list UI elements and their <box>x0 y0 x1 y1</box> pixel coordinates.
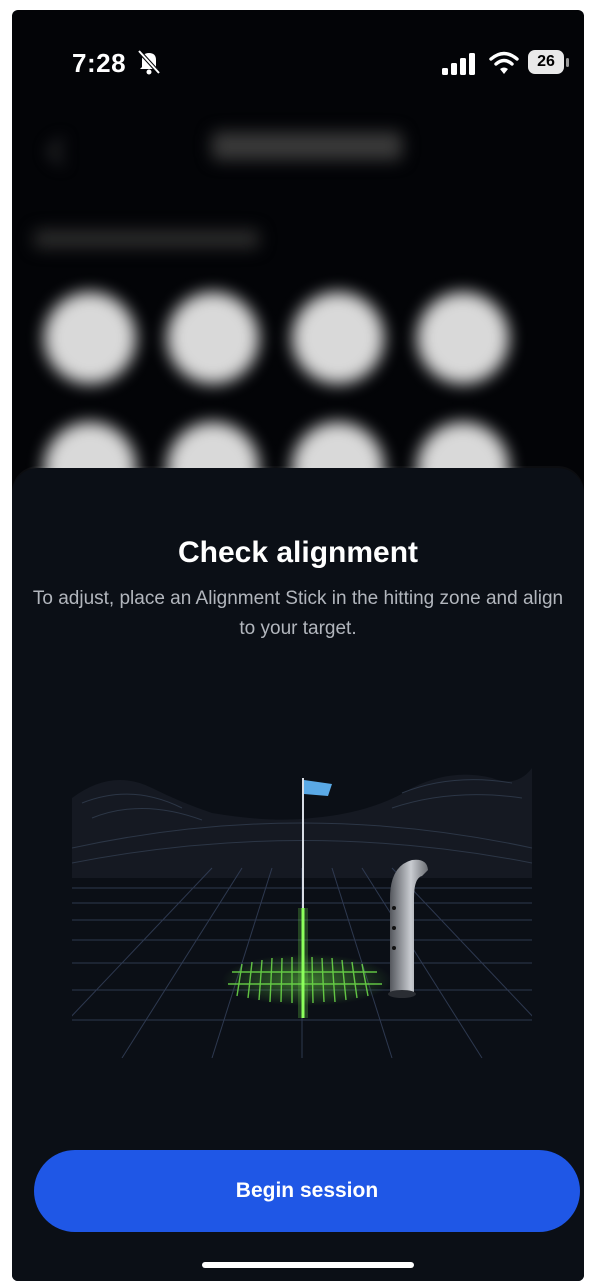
blurred-subtitle <box>34 230 259 248</box>
blurred-background-screen <box>12 102 584 522</box>
battery-indicator: 26 <box>528 50 572 76</box>
home-indicator[interactable] <box>202 1262 414 1268</box>
phone-screen: 7:28 26 Check alignment To adjust, place… <box>12 10 584 1281</box>
blurred-option-circle <box>167 292 259 384</box>
status-time: 7:28 <box>72 48 127 78</box>
back-chevron-icon <box>48 138 75 165</box>
sheet-title: Check alignment <box>177 536 419 569</box>
blurred-option-circle <box>417 292 509 384</box>
cellular-signal-icon <box>442 53 475 75</box>
status-bar: 7:28 26 <box>12 10 584 102</box>
blurred-option-circle <box>44 292 136 384</box>
battery-level: 26 <box>528 50 564 74</box>
sheet-description: To adjust, place an Alignment Stick in t… <box>32 588 564 639</box>
battery-nub <box>566 58 569 67</box>
blurred-option-circle <box>292 292 384 384</box>
wifi-icon <box>489 51 519 74</box>
alignment-illustration <box>72 768 532 1058</box>
blurred-page-title <box>212 132 402 160</box>
bell-slash-icon <box>137 49 161 75</box>
begin-session-button[interactable]: Begin session <box>34 1150 580 1232</box>
